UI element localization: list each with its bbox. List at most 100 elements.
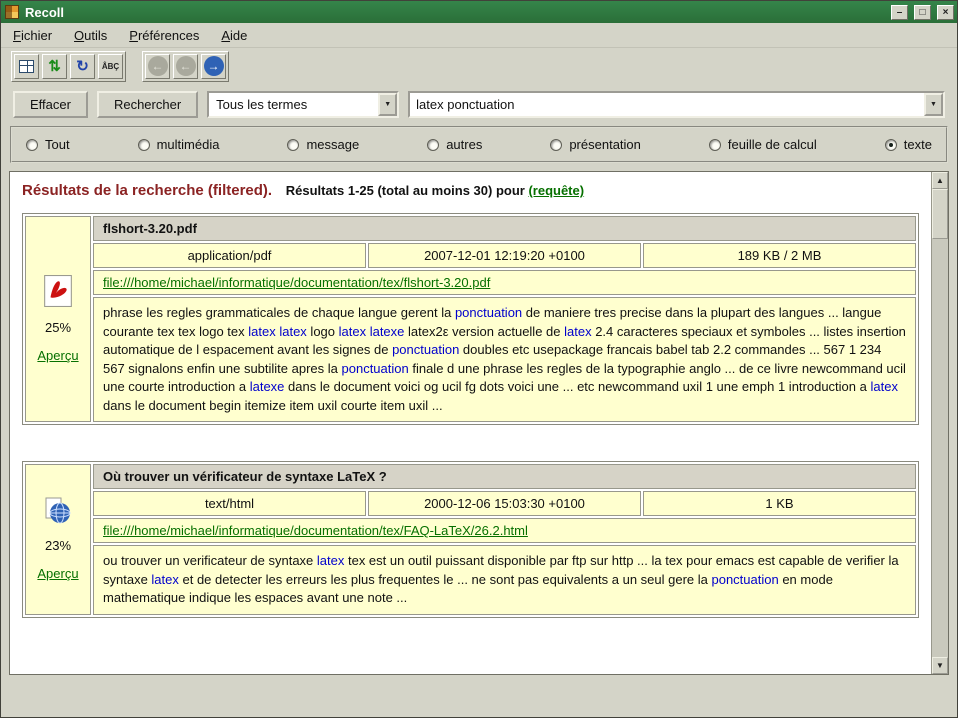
filter-label: multimédia	[157, 137, 220, 152]
filter-label: présentation	[569, 137, 641, 152]
radio-icon	[26, 139, 38, 151]
sort-button[interactable]: ⇅	[42, 54, 67, 79]
radio-icon	[550, 139, 562, 151]
chevron-down-icon[interactable]: ▼	[924, 93, 943, 116]
radio-icon	[287, 139, 299, 151]
menu-preferences[interactable]: Préférences	[129, 28, 199, 43]
preview-link[interactable]: Aperçu	[37, 566, 78, 581]
result-size: 189 KB / 2 MB	[643, 243, 916, 268]
result-meta-row: text/html 2000-12-06 15:03:30 +0100 1 KB	[93, 491, 916, 516]
first-page-button[interactable]: ←	[145, 54, 170, 79]
highlighted-term: latexe	[250, 379, 285, 394]
history-button[interactable]: ↻	[70, 54, 95, 79]
category-filter-frame: Tout multimédia message autres présentat…	[10, 126, 948, 163]
status-bar	[1, 675, 957, 717]
radio-icon	[427, 139, 439, 151]
term-explorer-icon: ÂBÇ	[102, 62, 119, 71]
result-url-link[interactable]: file:///home/michael/informatique/docume…	[103, 275, 490, 290]
filter-label: feuille de calcul	[728, 137, 817, 152]
maximize-button[interactable]: □	[914, 5, 931, 20]
result-snippet: phrase les regles grammaticales de chaqu…	[93, 297, 916, 422]
menu-aide[interactable]: Aide	[221, 28, 247, 43]
relevance-percent: 25%	[45, 320, 71, 335]
menu-fichier[interactable]: Fichier	[13, 28, 52, 43]
highlighted-term: latex	[564, 324, 591, 339]
filter-label: message	[306, 137, 359, 152]
minimize-button[interactable]: –	[891, 5, 908, 20]
result-table-button[interactable]	[14, 54, 39, 79]
search-button[interactable]: Rechercher	[97, 91, 198, 118]
scroll-down-icon[interactable]: ▼	[932, 657, 948, 674]
app-icon	[5, 5, 19, 19]
previous-page-button[interactable]: ←	[173, 54, 198, 79]
back-arrow-icon: ←	[148, 56, 168, 76]
highlighted-term: ponctuation	[392, 342, 459, 357]
results-title: Résultats de la recherche (filtered).	[22, 182, 272, 199]
result-title: flshort-3.20.pdf	[93, 216, 916, 241]
result-main: flshort-3.20.pdf application/pdf 2007-12…	[93, 216, 916, 422]
query-combo: ▼	[408, 91, 945, 118]
table-icon	[19, 60, 34, 73]
highlighted-term: latex latexe	[339, 324, 405, 339]
filter-radio-message[interactable]: message	[287, 137, 359, 152]
scrollbar-thumb[interactable]	[932, 189, 948, 239]
filter-radio-autres[interactable]: autres	[427, 137, 482, 152]
result-date: 2000-12-06 15:03:30 +0100	[368, 491, 641, 516]
result-side-panel: 25% Aperçu	[25, 216, 91, 422]
result-date: 2007-12-01 12:19:20 +0100	[368, 243, 641, 268]
toolbar-main-group: ⇅ ↻ ÂBÇ	[11, 51, 126, 82]
query-link[interactable]: (requête)	[528, 183, 584, 198]
result-item-2: 23% Aperçu Où trouver un vérificateur de…	[22, 461, 919, 618]
window-title: Recoll	[25, 5, 885, 20]
result-url-row: file:///home/michael/informatique/docume…	[93, 270, 916, 295]
toolbar: ⇅ ↻ ÂBÇ ← ← →	[1, 48, 957, 84]
highlighted-term: ponctuation	[455, 305, 522, 320]
result-meta-row: application/pdf 2007-12-01 12:19:20 +010…	[93, 243, 916, 268]
preview-link[interactable]: Aperçu	[37, 348, 78, 363]
clear-button[interactable]: Effacer	[13, 91, 88, 118]
highlighted-term: latex	[317, 553, 344, 568]
back-arrow-icon: ←	[176, 56, 196, 76]
menu-outils[interactable]: Outils	[74, 28, 107, 43]
result-side-panel: 23% Aperçu	[25, 464, 91, 615]
scrollbar-track[interactable]	[932, 239, 948, 657]
highlighted-term: ponctuation	[711, 572, 778, 587]
results-scrollbar: ▲ ▼	[931, 172, 948, 674]
radio-icon	[138, 139, 150, 151]
menubar: Fichier Outils Préférences Aide	[1, 23, 957, 48]
filter-radio-multimedia[interactable]: multimédia	[138, 137, 220, 152]
result-title: Où trouver un vérificateur de syntaxe La…	[93, 464, 916, 489]
term-explorer-button[interactable]: ÂBÇ	[98, 54, 123, 79]
radio-icon	[709, 139, 721, 151]
result-url-row: file:///home/michael/informatique/docume…	[93, 518, 916, 543]
sort-arrows-icon: ⇅	[48, 59, 61, 74]
search-mode-value: Tous les termes	[216, 97, 307, 112]
results-header: Résultats de la recherche (filtered). Ré…	[22, 182, 921, 199]
highlighted-term: latex	[151, 572, 178, 587]
chevron-down-icon[interactable]: ▼	[378, 93, 397, 116]
filter-radio-presentation[interactable]: présentation	[550, 137, 641, 152]
pdf-file-icon	[43, 275, 73, 307]
result-url-link[interactable]: file:///home/michael/informatique/docume…	[103, 523, 528, 538]
filter-radio-tout[interactable]: Tout	[26, 137, 70, 152]
recoll-window: Recoll – □ × Fichier Outils Préférences …	[0, 0, 958, 718]
result-item-1: 25% Aperçu flshort-3.20.pdf application/…	[22, 213, 919, 425]
highlighted-term: ponctuation	[342, 361, 409, 376]
close-button[interactable]: ×	[937, 5, 954, 20]
next-page-button[interactable]: →	[201, 54, 226, 79]
toolbar-nav-group: ← ← →	[142, 51, 229, 82]
filter-label: texte	[904, 137, 932, 152]
filter-radio-feuille-de-calcul[interactable]: feuille de calcul	[709, 137, 817, 152]
radio-icon	[885, 139, 897, 151]
results-area: Résultats de la recherche (filtered). Ré…	[9, 171, 949, 675]
titlebar: Recoll – □ ×	[1, 1, 957, 23]
relevance-percent: 23%	[45, 538, 71, 553]
results-list: Résultats de la recherche (filtered). Ré…	[10, 172, 931, 674]
search-mode-select[interactable]: Tous les termes ▼	[207, 91, 399, 118]
result-size: 1 KB	[643, 491, 916, 516]
scroll-up-icon[interactable]: ▲	[932, 172, 948, 189]
filter-radio-texte[interactable]: texte	[885, 137, 932, 152]
search-input[interactable]	[410, 97, 924, 112]
search-row: Effacer Rechercher Tous les termes ▼ ▼	[1, 84, 957, 123]
filter-label: autres	[446, 137, 482, 152]
